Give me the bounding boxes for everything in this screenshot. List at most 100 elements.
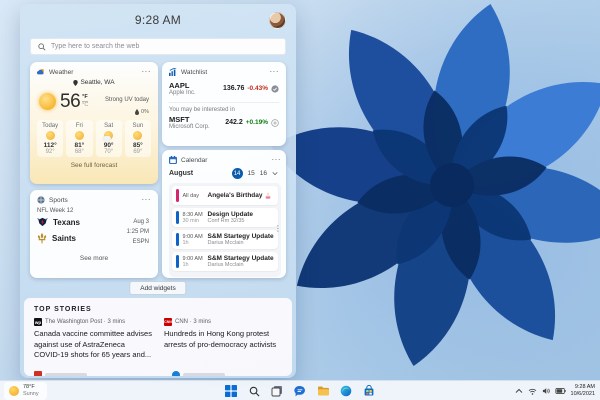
forecast-row: Today 112° 92° Fri 81° 68° Sat 90° 70° S… bbox=[37, 120, 151, 157]
story-meta: The Washington Post · 3 mins bbox=[45, 319, 126, 325]
location-pin-icon bbox=[73, 79, 79, 86]
game-channel: ESPN bbox=[132, 239, 149, 246]
game-time: 1:25 PM bbox=[126, 229, 149, 236]
weather-location[interactable]: Seattle, WA bbox=[37, 79, 151, 86]
story-source-logo bbox=[34, 371, 42, 376]
battery-icon[interactable] bbox=[554, 388, 566, 394]
tray-chevron-up-icon[interactable] bbox=[515, 388, 523, 394]
calendar-events: All day Angela's Birthday 8:30 AM 30 min… bbox=[169, 183, 282, 277]
search-icon bbox=[38, 42, 46, 51]
sunny-icon bbox=[74, 131, 84, 140]
calendar-month: August bbox=[169, 170, 194, 177]
task-view-icon bbox=[271, 386, 282, 397]
calendar-event[interactable]: 9:00 AM 1h S&M Startegy Update Darius Mc… bbox=[172, 230, 278, 249]
chevron-down-icon[interactable] bbox=[272, 171, 278, 176]
sports-more-button[interactable]: ··· bbox=[142, 196, 152, 204]
see-full-forecast-link[interactable]: See full forecast bbox=[37, 162, 151, 169]
edge-button[interactable] bbox=[338, 383, 354, 399]
taskbar-weather-sun-icon bbox=[9, 386, 19, 396]
calendar-event[interactable]: 9:00 AM 1h S&M Startegy Update Darius Mc… bbox=[172, 252, 278, 271]
partly-cloudy-icon bbox=[103, 131, 114, 141]
sunny-icon bbox=[45, 131, 55, 140]
team-row-saints[interactable]: Saints bbox=[37, 233, 80, 244]
add-widgets-button[interactable]: Add widgets bbox=[129, 281, 187, 295]
story-cutoff-text bbox=[45, 373, 87, 376]
humidity-value: 0% bbox=[141, 109, 149, 115]
story-partial[interactable] bbox=[34, 371, 87, 376]
sunny-icon bbox=[133, 131, 143, 140]
stock-row-aapl[interactable]: AAPL Apple Inc. 136.76 -0.43% bbox=[169, 81, 279, 96]
forecast-day[interactable]: Sun 85° 69° bbox=[124, 120, 151, 157]
story-headline[interactable]: Canada vaccine committee advises against… bbox=[34, 329, 152, 361]
calendar-widget[interactable]: Calendar ··· August 14 15 16 All day Ang… bbox=[162, 150, 286, 278]
story-washington-post[interactable]: wp The Washington Post · 3 mins Canada v… bbox=[34, 318, 152, 361]
story-cutoff-text bbox=[183, 373, 225, 376]
desktop: 9:28 AM Type here to search the web Weat… bbox=[0, 0, 600, 400]
texans-logo bbox=[37, 217, 48, 227]
unit-fahrenheit-toggle[interactable]: °F bbox=[82, 94, 89, 102]
watchlist-widget[interactable]: Watchlist ··· AAPL Apple Inc. 136.76 -0.… bbox=[162, 62, 286, 146]
user-avatar[interactable] bbox=[269, 12, 286, 29]
watchlist-added-icon[interactable] bbox=[271, 84, 279, 93]
team-row-texans[interactable]: Texans bbox=[37, 217, 80, 227]
sports-widget[interactable]: Sports ··· NFL Week 12 Texans Saints Aug… bbox=[30, 190, 158, 278]
event-kebab-menu-icon[interactable]: ⋮ bbox=[274, 225, 282, 233]
watchlist-add-icon[interactable] bbox=[271, 118, 279, 127]
calendar-more-button[interactable]: ··· bbox=[272, 156, 282, 164]
wifi-icon[interactable] bbox=[528, 388, 537, 395]
calendar-date[interactable]: 16 bbox=[260, 170, 267, 177]
weather-current: 56 °F °C Strong UV today 0% bbox=[37, 88, 151, 115]
store-icon bbox=[364, 385, 374, 396]
chat-button[interactable] bbox=[292, 383, 308, 399]
watchlist-title: Watchlist bbox=[181, 68, 208, 76]
sports-league: NFL Week 12 bbox=[37, 208, 74, 214]
forecast-day[interactable]: Sat 90° 70° bbox=[95, 120, 122, 157]
windows-logo-icon bbox=[225, 385, 237, 397]
clock-date: 10/6/2021 bbox=[570, 391, 595, 397]
task-view-button[interactable] bbox=[269, 383, 285, 399]
cnn-logo: CNN bbox=[164, 318, 172, 326]
panel-time: 9:28 AM bbox=[134, 13, 182, 27]
sports-title: Sports bbox=[49, 196, 68, 204]
weather-more-button[interactable]: ··· bbox=[142, 68, 152, 76]
search-input[interactable]: Type here to search the web bbox=[30, 38, 286, 55]
calendar-event[interactable]: All day Angela's Birthday bbox=[172, 186, 278, 205]
saints-logo bbox=[37, 233, 47, 244]
taskbar-clock[interactable]: 9:28 AM 10/6/2021 bbox=[571, 384, 595, 399]
story-partial[interactable] bbox=[172, 371, 225, 376]
calendar-date[interactable]: 15 bbox=[248, 170, 255, 177]
stock-row-msft[interactable]: MSFT Microsoft Corp. 242.2 +0.19% bbox=[169, 115, 279, 130]
see-more-link[interactable]: See more bbox=[37, 255, 151, 262]
top-stories-heading: TOP STORIES bbox=[34, 306, 92, 313]
weather-widget[interactable]: Weather ··· Seattle, WA 56 °F °C Strong … bbox=[30, 62, 158, 184]
clock-time: 9:28 AM bbox=[574, 383, 595, 390]
weather-widget-icon bbox=[37, 69, 44, 75]
speaker-icon[interactable] bbox=[542, 387, 550, 395]
taskbar: 78°F Sunny 9:28 AM 10/6/2021 bbox=[0, 380, 600, 400]
store-button[interactable] bbox=[361, 383, 377, 399]
unit-celsius-toggle[interactable]: °C bbox=[82, 102, 88, 109]
story-cnn[interactable]: CNN CNN · 3 mins Hundreds in Hong Kong p… bbox=[164, 318, 282, 361]
forecast-day[interactable]: Fri 81° 68° bbox=[66, 120, 93, 157]
calendar-date-selected[interactable]: 14 bbox=[231, 168, 243, 179]
washington-post-logo: wp bbox=[34, 318, 42, 326]
calendar-widget-icon bbox=[169, 156, 177, 164]
forecast-day[interactable]: Today 112° 92° bbox=[37, 120, 64, 157]
taskbar-weather-temp: 78°F bbox=[23, 384, 35, 391]
story-source-logo bbox=[172, 371, 180, 376]
edge-icon bbox=[340, 385, 352, 397]
search-placeholder: Type here to search the web bbox=[51, 43, 140, 50]
start-button[interactable] bbox=[223, 383, 239, 399]
uv-label: Strong UV today bbox=[104, 97, 149, 103]
taskbar-search-button[interactable] bbox=[246, 383, 262, 399]
taskbar-widgets-button[interactable]: 78°F Sunny bbox=[4, 382, 47, 400]
weather-title: Weather bbox=[49, 68, 74, 76]
widgets-panel: 9:28 AM Type here to search the web Weat… bbox=[20, 4, 296, 378]
watchlist-more-button[interactable]: ··· bbox=[270, 68, 280, 76]
sun-icon bbox=[39, 93, 56, 110]
calendar-event[interactable]: 8:30 AM 30 min Design Update Conf Rm 32/… bbox=[172, 208, 278, 227]
file-explorer-button[interactable] bbox=[315, 383, 331, 399]
story-headline[interactable]: Hundreds in Hong Kong protest arrests of… bbox=[164, 329, 282, 350]
interest-label: You may be interested in bbox=[169, 102, 279, 113]
calendar-title: Calendar bbox=[181, 156, 208, 164]
